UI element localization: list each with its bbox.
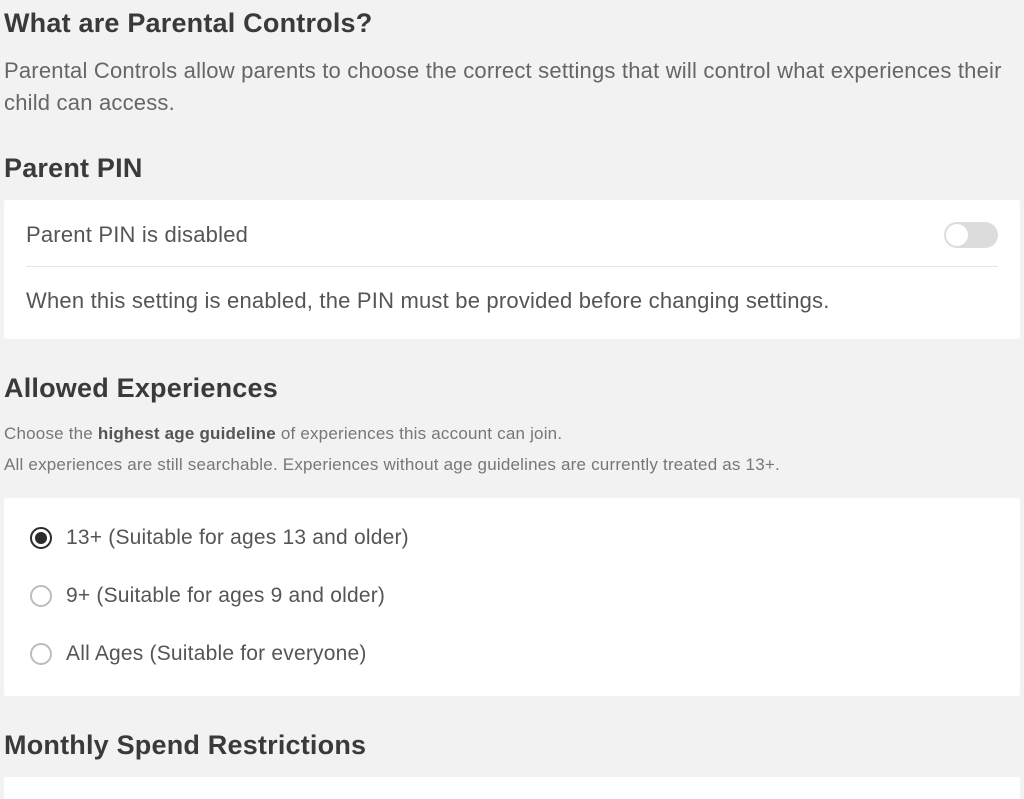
parental-controls-heading: What are Parental Controls? <box>4 8 1020 39</box>
radio-icon <box>30 527 52 549</box>
radio-icon <box>30 585 52 607</box>
allowed-experiences-helper: Choose the highest age guideline of expe… <box>4 420 1020 478</box>
allowed-experiences-heading: Allowed Experiences <box>4 373 1020 404</box>
toggle-knob-icon <box>946 224 968 246</box>
helper-text-bold: highest age guideline <box>98 424 276 443</box>
parent-pin-toggle[interactable] <box>944 222 998 248</box>
radio-icon <box>30 643 52 665</box>
parent-pin-description: When this setting is enabled, the PIN mu… <box>26 267 998 317</box>
age-option-13plus[interactable]: 13+ (Suitable for ages 13 and older) <box>30 526 994 550</box>
parent-pin-status-label: Parent PIN is disabled <box>26 222 248 248</box>
age-option-label: All Ages (Suitable for everyone) <box>66 642 367 666</box>
helper-text-suffix: of experiences this account can join. <box>276 424 562 443</box>
allowed-experiences-card: 13+ (Suitable for ages 13 and older) 9+ … <box>4 498 1020 696</box>
helper-text-prefix: Choose the <box>4 424 98 443</box>
parental-controls-description: Parental Controls allow parents to choos… <box>4 55 1020 119</box>
age-option-allages[interactable]: All Ages (Suitable for everyone) <box>30 642 994 666</box>
parent-pin-heading: Parent PIN <box>4 153 1020 184</box>
monthly-spend-heading: Monthly Spend Restrictions <box>4 730 1020 761</box>
age-option-9plus[interactable]: 9+ (Suitable for ages 9 and older) <box>30 584 994 608</box>
monthly-spend-card: Monthly Spend Restrictions are disabled <box>4 777 1020 799</box>
helper-text-line2: All experiences are still searchable. Ex… <box>4 451 1020 478</box>
age-option-label: 9+ (Suitable for ages 9 and older) <box>66 584 385 608</box>
age-option-label: 13+ (Suitable for ages 13 and older) <box>66 526 409 550</box>
parent-pin-card: Parent PIN is disabled When this setting… <box>4 200 1020 339</box>
